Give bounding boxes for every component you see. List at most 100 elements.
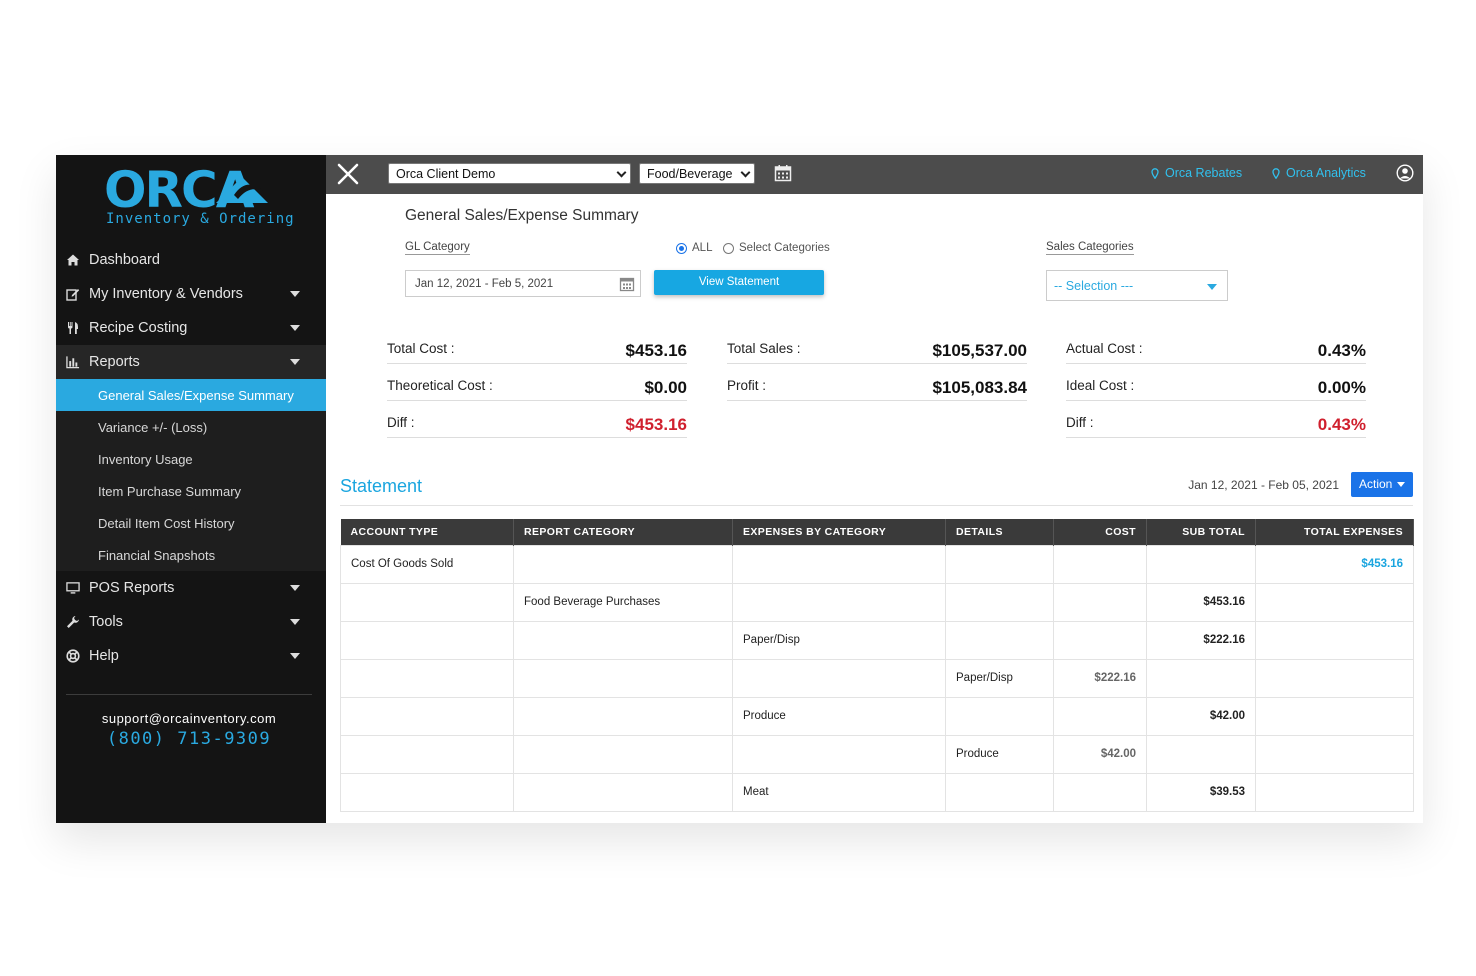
- map-pin-icon: [1272, 167, 1280, 179]
- cell-total-expenses: [1255, 582, 1414, 622]
- cell-expenses-by-category: [732, 658, 946, 698]
- column-header-sub-total[interactable]: SUB TOTAL: [1146, 519, 1256, 545]
- metric-value: $453.16: [625, 415, 687, 434]
- metric-ideal-cost: Ideal Cost : 0.00%: [1066, 375, 1366, 401]
- sidebar-item-inventory-vendors[interactable]: My Inventory & Vendors: [56, 277, 326, 311]
- cell-sub-total: $39.53: [1146, 772, 1256, 812]
- column-header-details[interactable]: DETAILS: [945, 519, 1054, 545]
- metric-diff-cost: Diff : $453.16: [387, 412, 687, 438]
- app-window: ORCA Inventory & Ordering Dashboard My I…: [56, 155, 1423, 823]
- sidebar-item-dashboard[interactable]: Dashboard: [56, 243, 326, 277]
- cell-total-expenses: [1255, 620, 1414, 660]
- cell-account-type: [340, 658, 514, 698]
- cell-expenses-by-category: Meat: [732, 772, 946, 812]
- lifebuoy-icon: [66, 649, 80, 663]
- metric-diff-percent: Diff : 0.43%: [1066, 412, 1366, 438]
- caret-down-icon: [290, 653, 300, 659]
- submenu-item-purchase-summary[interactable]: Item Purchase Summary: [56, 475, 326, 507]
- metric-total-cost: Total Cost : $453.16: [387, 338, 687, 364]
- cell-sub-total: $42.00: [1146, 696, 1256, 736]
- statement-title: Statement: [340, 476, 423, 496]
- column-header-total-expenses[interactable]: TOTAL EXPENSES: [1255, 519, 1414, 545]
- sidebar-item-label: Recipe Costing: [89, 320, 188, 336]
- cell-report-category: [513, 734, 733, 774]
- sidebar-item-recipe-costing[interactable]: Recipe Costing: [56, 311, 326, 345]
- date-range-input[interactable]: Jan 12, 2021 - Feb 5, 2021: [405, 270, 641, 297]
- wrench-icon: [66, 615, 80, 629]
- close-icon[interactable]: [336, 162, 360, 186]
- cell-report-category: [513, 772, 733, 812]
- cell-cost: [1053, 620, 1147, 660]
- cell-report-category: [513, 696, 733, 736]
- cell-sub-total: $222.16: [1146, 620, 1256, 660]
- category-select[interactable]: Food/Beverage: [639, 163, 755, 184]
- column-header-report-category[interactable]: REPORT CATEGORY: [513, 519, 733, 545]
- calendar-icon[interactable]: [774, 164, 792, 182]
- cell-cost: [1053, 696, 1147, 736]
- caret-down-icon: [290, 585, 300, 591]
- sidebar-item-reports[interactable]: Reports: [56, 345, 326, 379]
- caret-down-icon: [1207, 284, 1217, 290]
- cell-cost: $42.00: [1053, 734, 1147, 774]
- column-header-cost[interactable]: COST: [1053, 519, 1147, 545]
- date-range-value: Jan 12, 2021 - Feb 5, 2021: [415, 278, 554, 290]
- column-header-account-type[interactable]: ACCOUNT TYPE: [340, 519, 514, 545]
- action-button[interactable]: Action: [1351, 472, 1413, 497]
- table-header-row: ACCOUNT TYPE REPORT CATEGORY EXPENSES BY…: [340, 519, 1414, 545]
- caret-down-icon: [290, 359, 300, 365]
- table-row: Paper/Disp $222.16: [340, 658, 1414, 698]
- sidebar-item-pos-reports[interactable]: POS Reports: [56, 571, 326, 605]
- cell-report-category: Food Beverage Purchases: [513, 582, 733, 622]
- orca-analytics-link[interactable]: Orca Analytics: [1272, 166, 1366, 180]
- column-header-expenses-by-category[interactable]: EXPENSES BY CATEGORY: [732, 519, 946, 545]
- submenu-inventory-usage[interactable]: Inventory Usage: [56, 443, 326, 475]
- table-row: Meat $39.53: [340, 772, 1414, 812]
- radio-select-dot: [723, 242, 734, 254]
- metric-profit: Profit : $105,083.84: [727, 375, 1027, 401]
- cell-sub-total: [1146, 734, 1256, 774]
- metric-label: Total Cost :: [387, 341, 455, 356]
- chevron-down-icon: [740, 167, 751, 178]
- orca-rebates-link[interactable]: Orca Rebates: [1151, 166, 1242, 180]
- table-row: Paper/Disp $222.16: [340, 620, 1414, 660]
- cell-total-expenses: [1255, 658, 1414, 698]
- cell-report-category: [513, 544, 733, 584]
- cell-expenses-by-category: [732, 734, 946, 774]
- support-phone[interactable]: (800) 713-9309: [56, 729, 322, 749]
- cell-account-type: [340, 772, 514, 812]
- sidebar-item-label: My Inventory & Vendors: [89, 286, 243, 302]
- submenu-financial-snapshots[interactable]: Financial Snapshots: [56, 539, 326, 571]
- orca-analytics-label: Orca Analytics: [1286, 166, 1366, 180]
- cell-expenses-by-category: Produce: [732, 696, 946, 736]
- submenu-detail-item-cost-history[interactable]: Detail Item Cost History: [56, 507, 326, 539]
- view-statement-button[interactable]: View Statement: [654, 270, 824, 295]
- cell-cost: [1053, 772, 1147, 812]
- sidebar-item-label: Tools: [89, 614, 123, 630]
- sidebar-item-help[interactable]: Help: [56, 639, 326, 673]
- cell-account-type: [340, 582, 514, 622]
- support-email[interactable]: support@orcainventory.com: [56, 711, 322, 726]
- metric-label: Profit :: [727, 378, 767, 393]
- radio-all[interactable]: ALL: [676, 242, 712, 254]
- caret-down-icon: [290, 291, 300, 297]
- cell-report-category: [513, 620, 733, 660]
- metric-value: $453.16: [625, 341, 687, 360]
- sales-categories-value: -- Selection ---: [1054, 279, 1134, 293]
- submenu-general-sales-expense-summary[interactable]: General Sales/Expense Summary: [56, 379, 326, 411]
- sales-categories-select[interactable]: -- Selection ---: [1046, 270, 1228, 301]
- client-select-value: Orca Client Demo: [396, 167, 496, 181]
- calendar-icon[interactable]: [619, 276, 635, 292]
- page-title: General Sales/Expense Summary: [405, 207, 639, 224]
- client-select[interactable]: Orca Client Demo: [388, 163, 631, 184]
- metric-value: 0.00%: [1317, 378, 1366, 397]
- cell-sub-total: $453.16: [1146, 582, 1256, 622]
- orca-logo[interactable]: ORCA Inventory & Ordering: [104, 163, 294, 229]
- metric-value: 0.43%: [1317, 341, 1366, 360]
- cell-report-category: [513, 658, 733, 698]
- sidebar-item-tools[interactable]: Tools: [56, 605, 326, 639]
- radio-select-categories[interactable]: Select Categories: [723, 242, 830, 254]
- sidebar: ORCA Inventory & Ordering Dashboard My I…: [56, 155, 326, 823]
- user-profile-icon[interactable]: [1396, 164, 1414, 182]
- cell-sub-total: [1146, 658, 1256, 698]
- submenu-variance-loss[interactable]: Variance +/- (Loss): [56, 411, 326, 443]
